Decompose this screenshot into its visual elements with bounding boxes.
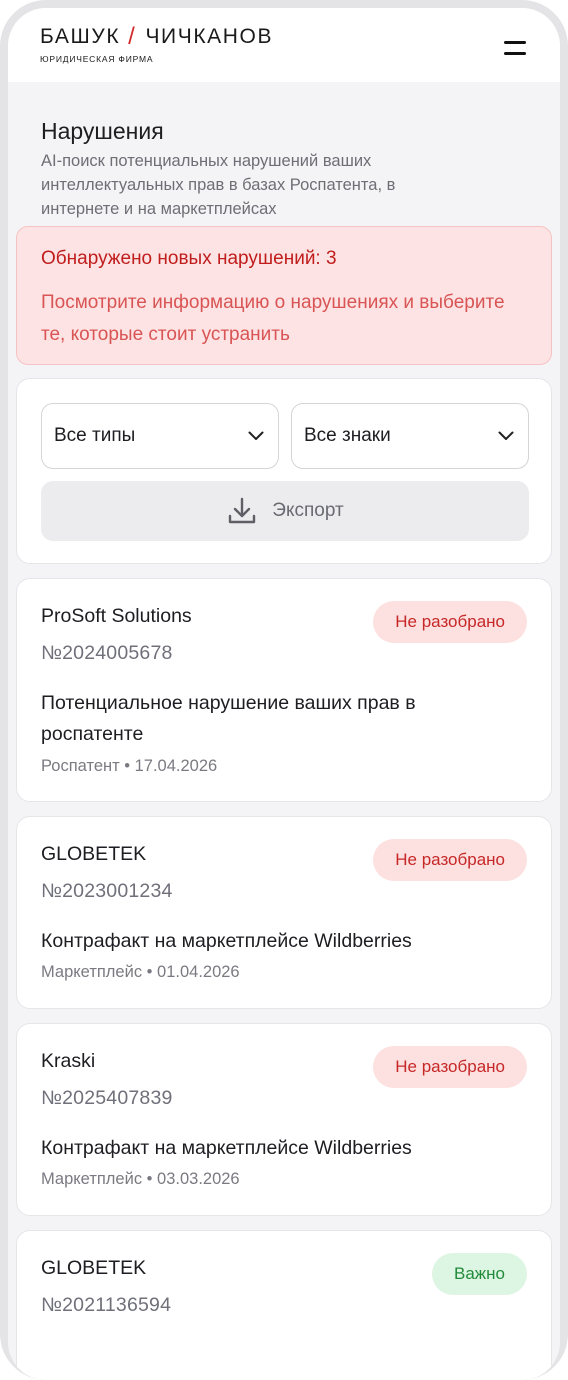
status-badge: Важно <box>431 1253 527 1295</box>
violation-name: GLOBETEK <box>41 843 147 865</box>
trademark-number: №2021136594 <box>41 1294 172 1316</box>
logo-right-name: ЧИЧКАНОВ <box>145 25 274 48</box>
violation-name: GLOBETEK <box>41 1257 147 1279</box>
violation-description: Потенциальное нарушение ваших прав в рос… <box>41 692 416 745</box>
logo-left-name: БАШУК <box>40 25 121 48</box>
page-title: Нарушения <box>41 118 164 144</box>
device-frame: БАШУК / ЧИЧКАНОВ ЮРИДИЧЕСКАЯ ФИРМА Наруш… <box>0 0 568 1380</box>
status-badge: Не разобрано <box>373 601 527 643</box>
violation-name: ProSoft Solutions <box>41 605 192 627</box>
violation-meta: Маркетплейс • 01.04.2026 <box>41 963 240 981</box>
type-select-value: Все типы <box>54 425 136 446</box>
mark-select[interactable]: Все знаки <box>291 403 529 469</box>
firm-logo[interactable]: БАШУК / ЧИЧКАНОВ ЮРИДИЧЕСКАЯ ФИРМА <box>40 24 273 65</box>
new-violations-alert: Обнаружено новых нарушений: 3 Посмотрите… <box>16 226 552 365</box>
alert-title: Обнаружено новых нарушений: 3 <box>41 248 337 269</box>
mark-select-value: Все знаки <box>304 425 391 446</box>
export-label: Экспорт <box>272 500 344 521</box>
violation-description: Контрафакт на маркетплейсе Wildberries <box>41 930 412 952</box>
violation-card[interactable]: GLOBETEK Не разобрано №2023001234 Контра… <box>16 816 552 1009</box>
logo-wordmark: БАШУК / ЧИЧКАНОВ <box>40 24 273 50</box>
trademark-number: №2023001234 <box>41 880 173 902</box>
chevron-down-icon <box>248 431 264 440</box>
status-badge: Не разобрано <box>373 1046 527 1088</box>
violation-card[interactable]: ProSoft Solutions Не разобрано №20240056… <box>16 578 552 802</box>
alert-body: Посмотрите информацию о нарушениях и выб… <box>41 292 505 345</box>
violation-description: Контрафакт на маркетплейсе Wildberries <box>41 1137 412 1159</box>
type-select[interactable]: Все типы <box>41 403 279 469</box>
chevron-down-icon <box>498 431 514 440</box>
logo-subtitle: ЮРИДИЧЕСКАЯ ФИРМА <box>40 54 154 64</box>
export-button[interactable]: Экспорт <box>41 481 529 541</box>
violation-meta: Роспатент • 17.04.2026 <box>41 757 218 775</box>
app-screen: БАШУК / ЧИЧКАНОВ ЮРИДИЧЕСКАЯ ФИРМА Наруш… <box>8 8 560 1380</box>
page-description: AI-поиск потенциальных нарушений ваших и… <box>41 152 396 218</box>
trademark-number: №2025407839 <box>41 1087 173 1109</box>
violation-meta: Маркетплейс • 03.03.2026 <box>41 1170 240 1188</box>
download-icon <box>229 497 256 524</box>
filters-panel: Все типы Все знаки Экспорт <box>16 378 552 564</box>
violation-name: Kraski <box>41 1050 96 1072</box>
logo-slash: / <box>128 23 137 50</box>
violation-card[interactable]: GLOBETEK Важно №2021136594 <box>16 1230 552 1380</box>
app-header: БАШУК / ЧИЧКАНОВ ЮРИДИЧЕСКАЯ ФИРМА <box>8 8 560 82</box>
hamburger-menu-icon[interactable] <box>504 41 526 55</box>
trademark-number: №2024005678 <box>41 642 173 664</box>
status-badge: Не разобрано <box>373 839 527 881</box>
violation-card[interactable]: Kraski Не разобрано №2025407839 Контрафа… <box>16 1023 552 1216</box>
